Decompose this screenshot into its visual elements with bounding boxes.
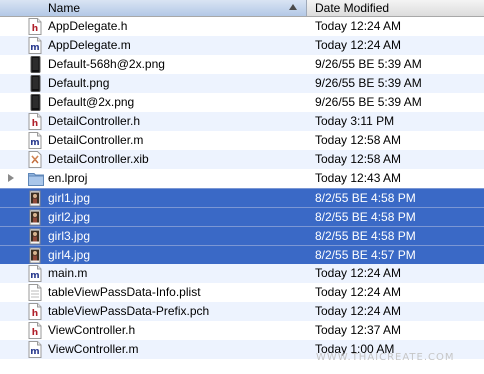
header-file-icon: h	[28, 322, 42, 339]
file-name: girl4.jpg	[48, 248, 91, 262]
name-column-label: Name	[48, 1, 81, 15]
file-date-modified: 9/26/55 BE 5:39 AM	[315, 95, 422, 109]
file-date-modified: Today 12:24 AM	[315, 38, 402, 52]
file-date-modified: Today 12:24 AM	[315, 285, 402, 299]
file-row[interactable]: m AppDelegate.m Today 12:24 AM	[0, 36, 484, 55]
file-row[interactable]: h ViewController.h Today 12:37 AM	[0, 321, 484, 340]
file-name: girl1.jpg	[48, 191, 91, 205]
svg-text:m: m	[30, 138, 39, 148]
file-row[interactable]: DetailController.xib Today 12:58 AM	[0, 150, 484, 169]
file-row[interactable]: girl3.jpg 8/2/55 BE 4:58 PM	[0, 226, 484, 245]
file-row[interactable]: tableViewPassData-Info.plist Today 12:24 …	[0, 283, 484, 302]
photo-file-icon	[28, 190, 42, 207]
name-column-header[interactable]: Name	[0, 0, 307, 16]
file-row[interactable]: h tableViewPassData-Prefix.pch Today 12:24…	[0, 302, 484, 321]
watermark-text: WWW.THAICREATE.COM	[316, 352, 455, 363]
image-file-icon	[28, 56, 42, 73]
svg-text:m: m	[30, 43, 39, 53]
file-date-modified: Today 12:58 AM	[315, 133, 402, 147]
file-date-modified: Today 12:43 AM	[315, 171, 402, 185]
file-date-modified: Today 12:58 AM	[315, 152, 402, 166]
file-name: DetailController.h	[48, 114, 141, 128]
file-name: DetailController.xib	[48, 152, 149, 166]
source-file-icon: m	[28, 265, 42, 282]
file-date-modified: Today 12:37 AM	[315, 323, 402, 337]
folder-row[interactable]: en.lproj Today 12:43 AM	[0, 169, 484, 188]
file-date-modified: Today 12:24 AM	[315, 266, 402, 280]
file-name: main.m	[48, 266, 88, 280]
file-date-modified: Today 12:24 AM	[315, 304, 402, 318]
file-name: en.lproj	[48, 171, 88, 185]
source-file-icon: m	[28, 37, 42, 54]
file-name: tableViewPassData-Info.plist	[48, 285, 201, 299]
source-file-icon: m	[28, 341, 42, 358]
image-file-icon	[28, 94, 42, 111]
file-date-modified: Today 12:24 AM	[315, 19, 402, 33]
file-row[interactable]: Default@2x.png 9/26/55 BE 5:39 AM	[0, 93, 484, 112]
file-date-modified: 9/26/55 BE 5:39 AM	[315, 76, 422, 90]
file-date-modified: 8/2/55 BE 4:58 PM	[315, 210, 416, 224]
file-name: girl2.jpg	[48, 210, 91, 224]
file-row[interactable]: m main.m Today 12:24 AM	[0, 264, 484, 283]
file-name: DetailController.m	[48, 133, 144, 147]
file-name: ViewController.h	[48, 323, 136, 337]
file-name: AppDelegate.h	[48, 19, 128, 33]
file-name: Default-568h@2x.png	[48, 57, 165, 71]
plist-file-icon	[28, 284, 42, 301]
file-list: h AppDelegate.h Today 12:24 AM m AppDelegate…	[0, 17, 484, 359]
column-header-bar: Name Date Modified	[0, 0, 484, 17]
image-file-icon	[28, 75, 42, 92]
date-modified-column-header[interactable]: Date Modified	[308, 0, 484, 16]
file-row[interactable]: Default-568h@2x.png 9/26/55 BE 5:39 AM	[0, 55, 484, 74]
header-file-icon: h	[28, 303, 42, 320]
svg-text:m: m	[30, 271, 39, 281]
file-date-modified: 8/2/55 BE 4:58 PM	[315, 229, 416, 243]
file-row[interactable]: h AppDelegate.h Today 12:24 AM	[0, 17, 484, 36]
svg-text:h: h	[32, 309, 38, 319]
svg-text:h: h	[32, 328, 38, 338]
file-date-modified: 8/2/55 BE 4:57 PM	[315, 248, 416, 262]
file-date-modified: Today 3:11 PM	[315, 114, 395, 128]
svg-text:m: m	[30, 347, 39, 357]
photo-file-icon	[28, 228, 42, 245]
file-row[interactable]: girl4.jpg 8/2/55 BE 4:57 PM	[0, 245, 484, 264]
file-name: girl3.jpg	[48, 229, 91, 243]
header-file-icon: h	[28, 18, 42, 35]
file-name: Default@2x.png	[48, 95, 135, 109]
file-name: Default.png	[48, 76, 110, 90]
svg-text:h: h	[32, 119, 38, 129]
sort-ascending-icon	[289, 4, 297, 10]
file-name: AppDelegate.m	[48, 38, 131, 52]
file-row[interactable]: h DetailController.h Today 3:11 PM	[0, 112, 484, 131]
file-date-modified: 8/2/55 BE 4:58 PM	[315, 191, 416, 205]
file-row[interactable]: girl1.jpg 8/2/55 BE 4:58 PM	[0, 188, 484, 207]
file-name: ViewController.m	[48, 342, 139, 356]
photo-file-icon	[28, 247, 42, 264]
date-column-label: Date Modified	[315, 1, 390, 15]
header-file-icon: h	[28, 113, 42, 130]
disclosure-triangle-icon[interactable]	[8, 174, 14, 182]
file-row[interactable]: girl2.jpg 8/2/55 BE 4:58 PM	[0, 207, 484, 226]
xib-file-icon	[28, 151, 42, 168]
file-date-modified: 9/26/55 BE 5:39 AM	[315, 57, 422, 71]
photo-file-icon	[28, 209, 42, 226]
file-row[interactable]: m DetailController.m Today 12:58 AM	[0, 131, 484, 150]
file-row[interactable]: Default.png 9/26/55 BE 5:39 AM	[0, 74, 484, 93]
file-name: tableViewPassData-Prefix.pch	[48, 304, 210, 318]
source-file-icon: m	[28, 132, 42, 149]
svg-text:h: h	[32, 24, 38, 34]
folder-icon	[28, 170, 44, 187]
